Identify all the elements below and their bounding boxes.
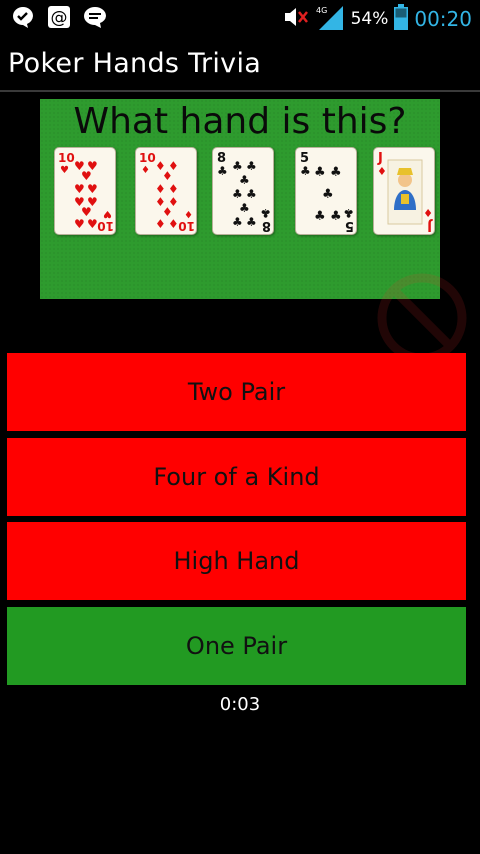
- svg-text:♣: ♣: [232, 187, 243, 201]
- svg-text:♣: ♣: [330, 209, 342, 224]
- svg-text:♥: ♥: [81, 169, 92, 183]
- svg-text:♦: ♦: [168, 182, 179, 196]
- svg-text:♣: ♣: [232, 215, 243, 229]
- no-sign-icon: [374, 270, 470, 366]
- svg-text:♣: ♣: [217, 164, 228, 178]
- svg-text:J: J: [427, 218, 433, 233]
- svg-text:@: @: [51, 8, 68, 28]
- question-panel: What hand is this? 10 ♥ ♥ ♥ ♥ ♥ ♥ ♥ ♥ ♥ ♥ ♥ 10…: [40, 99, 440, 299]
- card-5-clubs: 5 ♣ ♣ ♣ ♣ ♣ ♣ 5 ♣: [295, 147, 357, 235]
- svg-text:♣: ♣: [343, 206, 354, 220]
- answer-button-four-of-a-kind[interactable]: Four of a Kind: [7, 438, 466, 516]
- svg-text:♣: ♣: [260, 206, 271, 220]
- svg-text:♦: ♦: [184, 208, 193, 219]
- answer-button-high-hand[interactable]: High Hand: [7, 522, 466, 600]
- card-10-hearts: 10 ♥ ♥ ♥ ♥ ♥ ♥ ♥ ♥ ♥ ♥ ♥ 10 ♥: [54, 147, 116, 235]
- svg-text:♣: ♣: [322, 187, 334, 202]
- answer-button-one-pair[interactable]: One Pair: [7, 607, 466, 685]
- svg-text:♣: ♣: [314, 165, 326, 180]
- svg-text:♣: ♣: [246, 159, 257, 173]
- five-of-clubs-card-face: 5 ♣ ♣ ♣ ♣ ♣ ♣ 5 ♣: [300, 151, 354, 233]
- network-type-label: 4G: [316, 6, 327, 15]
- elapsed-timer: 0:03: [219, 694, 261, 715]
- svg-text:♦: ♦: [155, 217, 166, 231]
- ten-of-hearts-card-face: 10 ♥ ♥ ♥♥ ♥ ♥ ♥ ♥♥ ♥ ♥ 10 ♥: [58, 151, 114, 233]
- svg-text:10: 10: [58, 151, 75, 165]
- card-10-diamonds: 10 ♦ ♦ ♦ ♦ ♦ ♦ ♦ ♦ ♦ ♦ ♦ 10 ♦: [135, 147, 197, 235]
- svg-text:♣: ♣: [300, 164, 311, 178]
- svg-text:♥: ♥: [60, 165, 69, 176]
- svg-text:♣: ♣: [314, 209, 326, 224]
- svg-text:J: J: [377, 151, 383, 166]
- action-bar: Poker Hands Trivia: [0, 34, 480, 92]
- mute-icon: [283, 6, 309, 32]
- svg-text:♥: ♥: [74, 182, 85, 196]
- svg-text:10: 10: [139, 151, 156, 165]
- clock: 00:20: [414, 7, 472, 31]
- svg-text:♦: ♦: [168, 217, 179, 231]
- ten-of-diamonds-card-face: 10 ♦ ♦ ♦♦ ♦ ♦ ♦ ♦♦ ♦ ♦ 10 ♦: [139, 151, 195, 233]
- system-indicators: 4G 54% 00:20: [283, 4, 472, 34]
- svg-text:♥: ♥: [74, 217, 85, 231]
- at-sign-icon: @: [46, 5, 72, 29]
- svg-text:♦: ♦: [155, 182, 166, 196]
- signal-icon: 4G: [315, 4, 345, 34]
- eight-of-clubs-card-face: 8 ♣ ♣ ♣ ♣ ♣ ♣ ♣ ♣ ♣ 8 ♣: [217, 151, 271, 233]
- answer-button-two-pair[interactable]: Two Pair: [7, 353, 466, 431]
- svg-text:♥: ♥: [103, 208, 112, 219]
- svg-text:♦: ♦: [423, 206, 433, 219]
- jack-of-diamonds-card-face: J ♦ J ♦: [377, 151, 433, 233]
- svg-text:♣: ♣: [232, 159, 243, 173]
- svg-text:♦: ♦: [377, 165, 387, 178]
- svg-text:♦: ♦: [141, 165, 150, 176]
- question-prompt: What hand is this?: [73, 101, 407, 142]
- card-jack-diamonds: J ♦ J ♦: [373, 147, 435, 235]
- svg-text:♥: ♥: [87, 182, 98, 196]
- svg-text:♣: ♣: [239, 201, 250, 215]
- battery-percent: 54%: [350, 9, 389, 29]
- svg-text:♣: ♣: [246, 215, 257, 229]
- svg-text:♣: ♣: [239, 173, 250, 187]
- battery-icon: [394, 4, 409, 34]
- svg-text:♦: ♦: [162, 169, 173, 183]
- svg-text:♣: ♣: [330, 165, 342, 180]
- card-8-clubs: 8 ♣ ♣ ♣ ♣ ♣ ♣ ♣ ♣ ♣ 8 ♣: [212, 147, 274, 235]
- status-bar: @ 4G 54% 00:20: [0, 0, 480, 34]
- check-chat-icon: [10, 5, 36, 29]
- svg-text:10: 10: [97, 219, 114, 233]
- svg-text:♥: ♥: [87, 217, 98, 231]
- svg-text:♣: ♣: [246, 187, 257, 201]
- svg-text:10: 10: [178, 219, 195, 233]
- app-title: Poker Hands Trivia: [8, 48, 262, 79]
- notification-icons: @: [10, 5, 108, 29]
- chat-bubble-icon: [82, 5, 108, 29]
